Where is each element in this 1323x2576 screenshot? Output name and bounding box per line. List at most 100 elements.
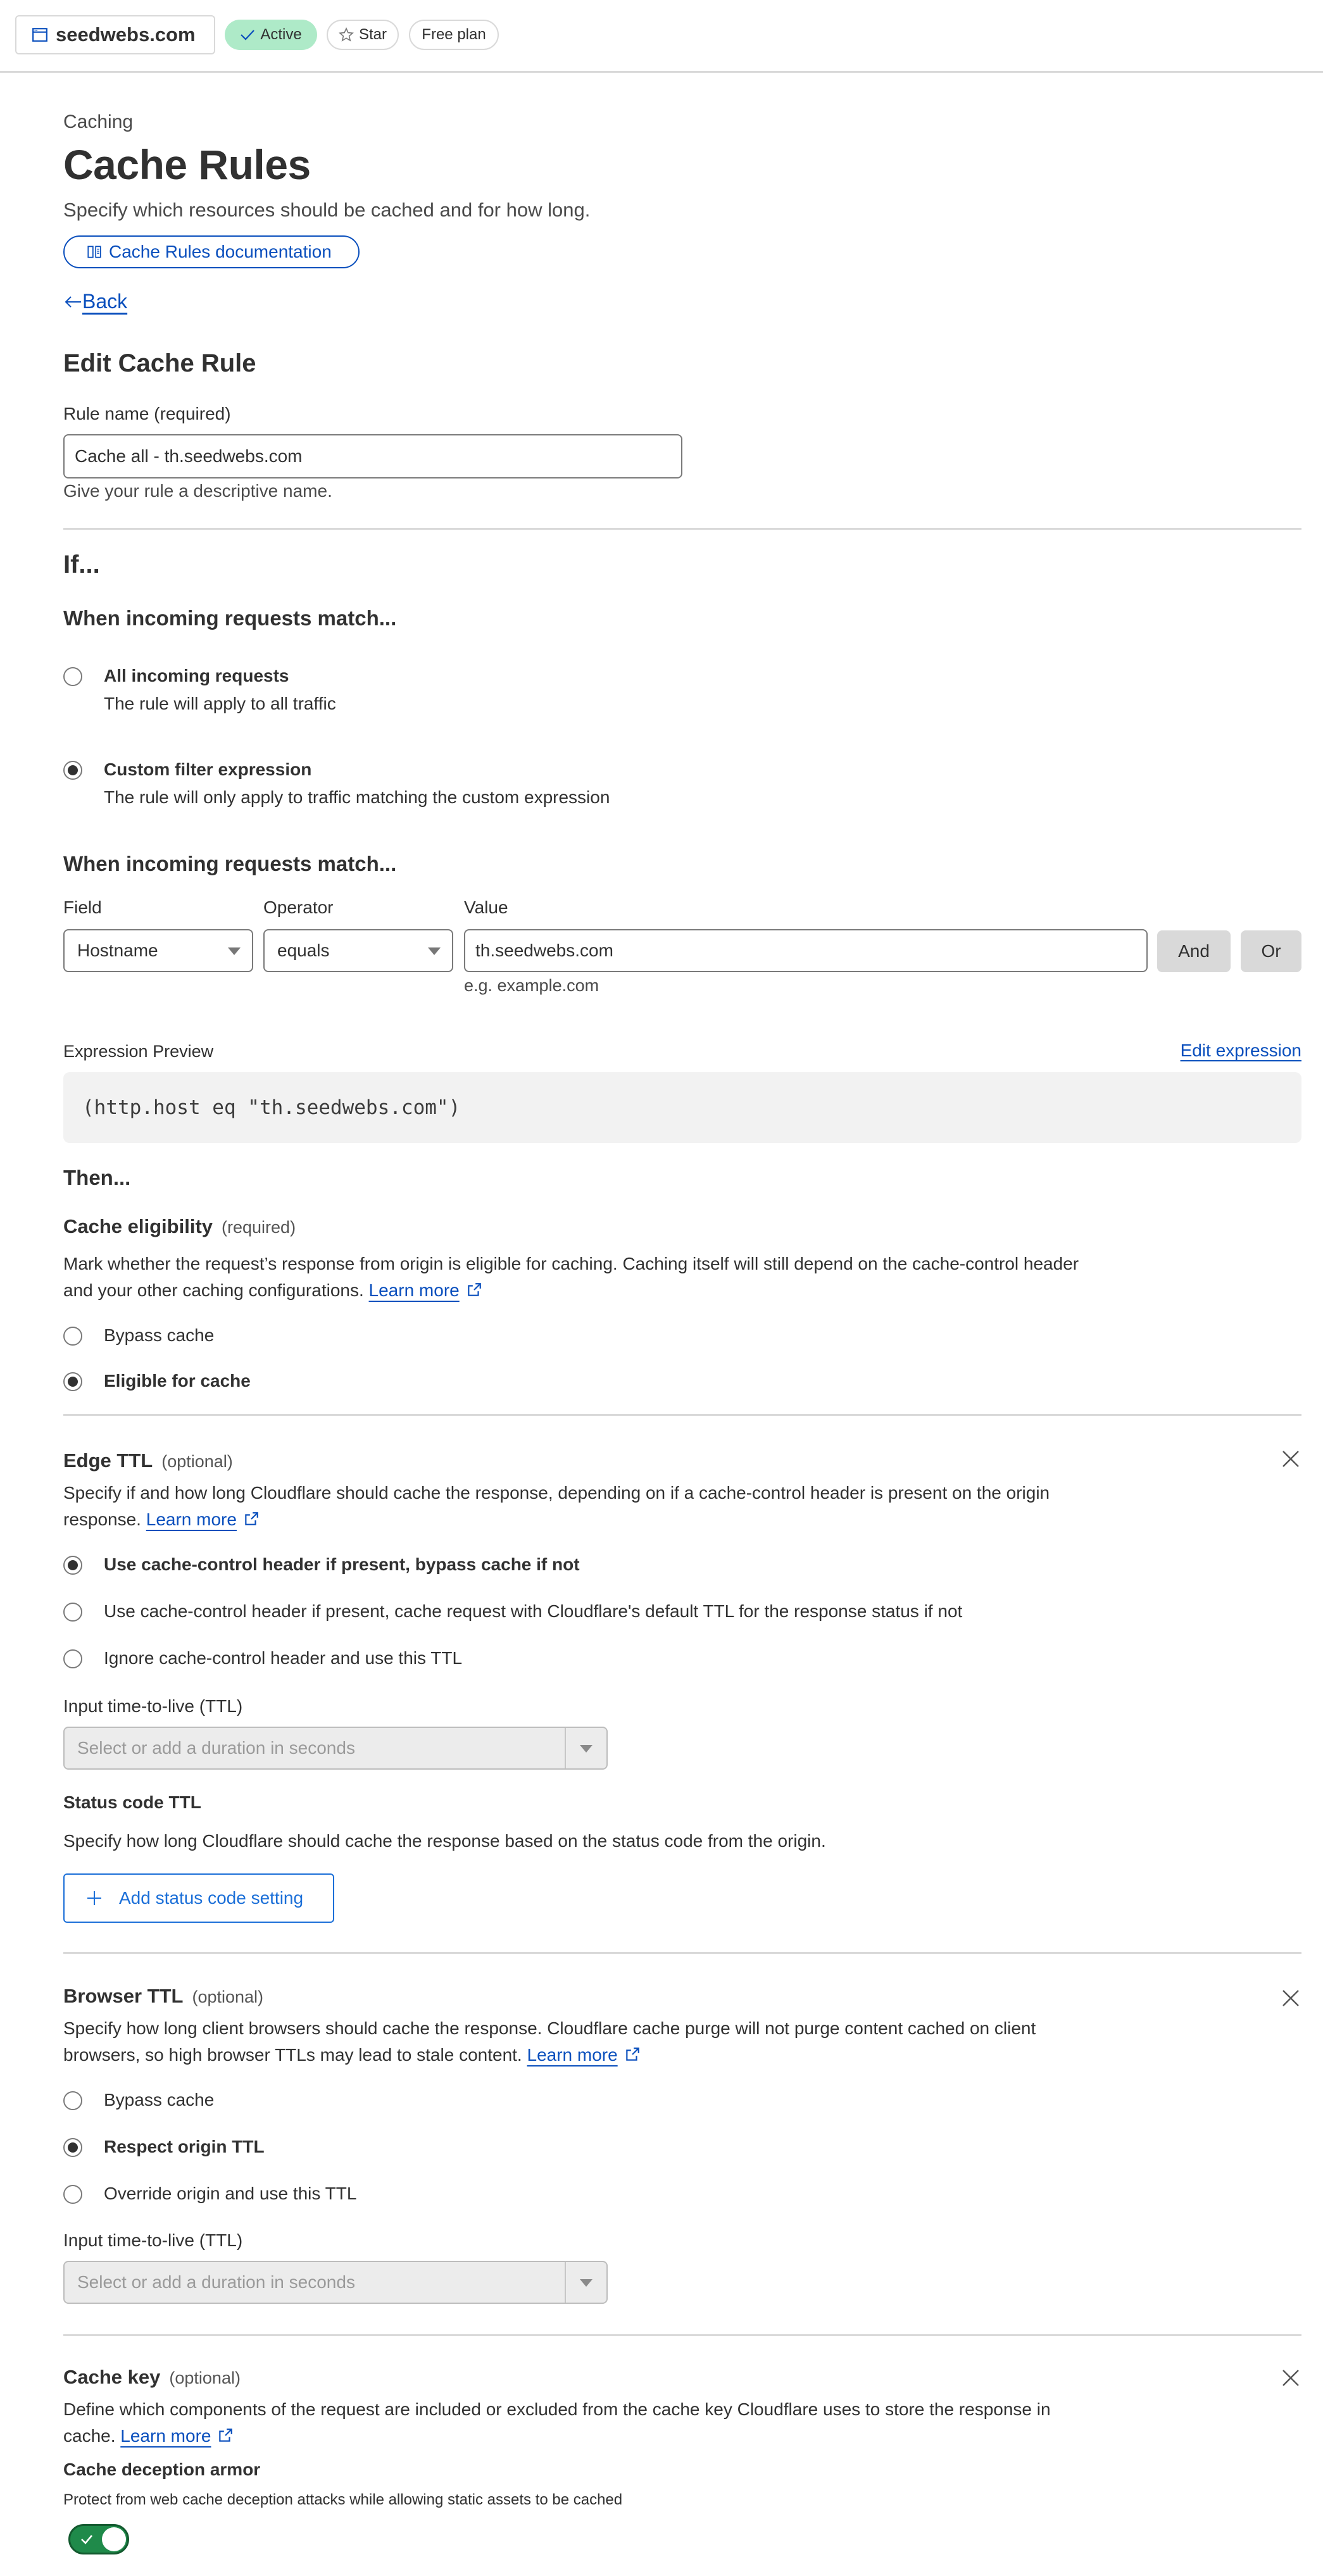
cache-eligibility-title: Cache eligibility (required) (63, 1215, 296, 1238)
browser-ttl-title: Browser TTL (optional) (63, 1985, 263, 2008)
desc-text: Define which components of the request a… (63, 2399, 1051, 2446)
radio-bypass-cache[interactable] (63, 1327, 82, 1346)
cache-deception-title: Cache deception armor (63, 2460, 261, 2479)
radio-edge-ignore-header[interactable] (63, 1649, 82, 1668)
divider (63, 1952, 1301, 1954)
select-separator (565, 1728, 566, 1768)
value-help: e.g. example.com (464, 976, 599, 995)
option-label: Use cache-control header if present, byp… (104, 1554, 580, 1574)
option-label: Use cache-control header if present, cac… (104, 1601, 963, 1621)
learn-more-link[interactable]: Learn more (369, 1280, 460, 1300)
option-label: Bypass cache (104, 1325, 215, 1345)
expression-preview: (http.host eq "th.seedwebs.com") (63, 1072, 1301, 1143)
section-title: Browser TTL (63, 1985, 184, 2007)
edge-ttl-input-label: Input time-to-live (TTL) (63, 1696, 243, 1716)
radio-respect-origin[interactable] (63, 2138, 82, 2157)
close-icon[interactable] (1280, 1987, 1301, 2009)
radio-edge-use-header-bypass[interactable] (63, 1556, 82, 1575)
back-link[interactable]: Back (63, 290, 127, 313)
option-label: Override origin and use this TTL (104, 2184, 357, 2203)
main-content: Caching Cache Rules Specify which resour… (63, 0, 1301, 2554)
optional-tag: (optional) (161, 1452, 233, 1471)
section-title: Edge TTL (63, 1449, 153, 1472)
back-label: Back (82, 290, 128, 313)
learn-more-link[interactable]: Learn more (527, 2045, 618, 2065)
divider (63, 1414, 1301, 1416)
learn-more-link[interactable]: Learn more (120, 2426, 211, 2446)
operator-label: Operator (263, 897, 334, 917)
breadcrumb-section: Caching (63, 111, 134, 132)
add-status-label: Add status code setting (119, 1888, 304, 1908)
required-tag: (required) (222, 1218, 296, 1237)
expression-text: (http.host eq "th.seedwebs.com") (82, 1096, 461, 1119)
documentation-button[interactable]: Cache Rules documentation (63, 235, 360, 268)
option-desc: The rule will apply to all traffic (104, 694, 336, 713)
field-value: Hostname (77, 941, 158, 960)
option-desc: The rule will only apply to traffic matc… (104, 787, 610, 807)
radio-all-incoming[interactable] (63, 667, 82, 686)
builder-heading: When incoming requests match... (63, 852, 397, 875)
option-label: Respect origin TTL (104, 2137, 265, 2156)
caret-down-icon (580, 1745, 593, 1753)
external-link-icon (625, 2048, 639, 2061)
browser-ttl-select[interactable]: Select or add a duration in seconds (63, 2261, 608, 2304)
option-label: Bypass cache (104, 2090, 215, 2110)
ttl-placeholder: Select or add a duration in seconds (77, 1738, 355, 1758)
external-link-icon (245, 1512, 258, 1525)
field-select[interactable]: Hostname (63, 929, 253, 972)
divider (63, 2334, 1301, 2336)
caret-down-icon (428, 947, 441, 955)
edge-ttl-select[interactable]: Select or add a duration in seconds (63, 1727, 608, 1770)
toggle-knob (102, 2527, 126, 2551)
radio-custom-filter[interactable] (63, 761, 82, 780)
close-icon[interactable] (1280, 2367, 1301, 2389)
edge-ttl-title: Edge TTL (optional) (63, 1449, 233, 1472)
desc-text: Mark whether the request’s response from… (63, 1254, 1079, 1300)
cache-key-desc: Define which components of the request a… (63, 2396, 1101, 2449)
rule-name-input[interactable]: Cache all - th.seedwebs.com (63, 434, 682, 478)
divider (63, 528, 1301, 530)
browser-ttl-input-label: Input time-to-live (TTL) (63, 2230, 243, 2250)
section-title: Cache key (63, 2366, 161, 2388)
browser-ttl-desc: Specify how long client browsers should … (63, 2015, 1101, 2068)
and-button[interactable]: And (1157, 930, 1231, 972)
value-input[interactable]: th.seedwebs.com (464, 929, 1148, 972)
operator-value: equals (277, 941, 330, 960)
option-label: Ignore cache-control header and use this… (104, 1648, 463, 1668)
operator-select[interactable]: equals (263, 929, 453, 972)
page-title: Cache Rules (63, 141, 311, 188)
cache-deception-desc: Protect from web cache deception attacks… (63, 2491, 623, 2508)
page-subtitle: Specify which resources should be cached… (63, 199, 591, 221)
status-code-ttl-title: Status code TTL (63, 1792, 201, 1812)
arrow-left-icon (65, 296, 81, 308)
cache-deception-toggle[interactable] (68, 2524, 129, 2554)
if-heading: If... (63, 551, 100, 578)
then-heading: Then... (63, 1166, 131, 1189)
add-status-code-button[interactable]: Add status code setting (63, 1873, 334, 1923)
ttl-placeholder: Select or add a duration in seconds (77, 2272, 355, 2292)
plus-icon (87, 1891, 101, 1905)
option-label: Eligible for cache (104, 1371, 251, 1391)
learn-more-link[interactable]: Learn more (146, 1510, 237, 1529)
value-label: Value (464, 897, 508, 917)
check-icon (81, 2535, 92, 2544)
form-heading: Edit Cache Rule (63, 349, 256, 377)
radio-browser-bypass[interactable] (63, 2091, 82, 2110)
edit-expression-link[interactable]: Edit expression (1181, 1041, 1301, 1061)
radio-override-origin[interactable] (63, 2185, 82, 2204)
status-code-ttl-desc: Specify how long Cloudflare should cache… (63, 1831, 826, 1851)
section-title: Cache eligibility (63, 1215, 213, 1237)
match-heading: When incoming requests match... (63, 606, 397, 630)
rule-name-label: Rule name (required) (63, 404, 231, 423)
cache-key-title: Cache key (optional) (63, 2366, 241, 2389)
caret-down-icon (580, 2279, 593, 2287)
or-button[interactable]: Or (1241, 930, 1301, 972)
value-text: th.seedwebs.com (475, 941, 613, 960)
edge-ttl-desc: Specify if and how long Cloudflare shoul… (63, 1480, 1101, 1533)
external-link-icon (467, 1283, 481, 1296)
radio-eligible-for-cache[interactable] (63, 1372, 82, 1391)
radio-edge-use-header-default[interactable] (63, 1603, 82, 1622)
close-icon[interactable] (1280, 1448, 1301, 1470)
rule-name-value: Cache all - th.seedwebs.com (75, 446, 303, 466)
browser-window-icon (32, 28, 47, 42)
